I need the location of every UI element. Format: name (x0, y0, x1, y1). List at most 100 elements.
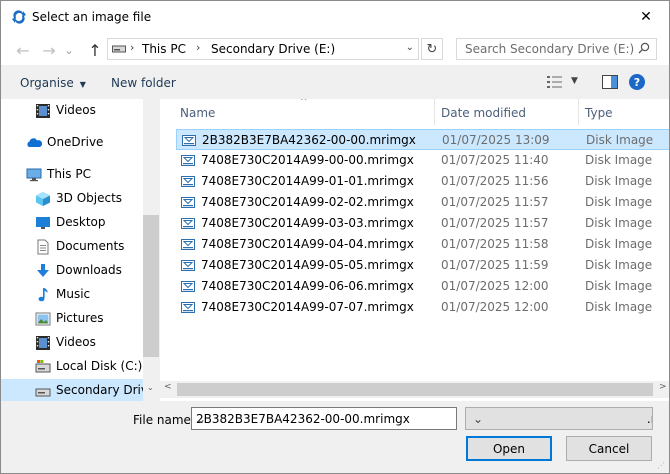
file-name: 7408E730C2014A99-07-07.mrimgx (201, 300, 414, 314)
sidebar-item-3d-objects[interactable]: 3D Objects (1, 187, 143, 211)
preview-pane-icon[interactable] (602, 75, 618, 89)
sidebar-item-label: Music (56, 287, 91, 301)
organise-button[interactable]: Organise ▼ (20, 76, 86, 90)
this-pc-icon (26, 168, 42, 182)
new-folder-button[interactable]: New folder (111, 76, 176, 90)
sidebar-item-secondary-drive[interactable]: Secondary Drive (1, 379, 155, 401)
file-row[interactable]: 7408E730C2014A99-01-01.mrimgx 01/07/2025 … (176, 171, 669, 192)
navigation-pane: Videos OneDrive This PC 3D Objects Deskt… (1, 99, 159, 401)
back-arrow-icon: ← (16, 40, 30, 60)
sidebar-item-videos[interactable]: Videos (1, 331, 143, 355)
refresh-icon: ↻ (426, 41, 438, 57)
sidebar-item-label: Documents (56, 239, 125, 253)
file-row[interactable]: 7408E730C2014A99-07-07.mrimgx 01/07/2025 … (176, 297, 669, 318)
file-date: 01/07/2025 11:56 (441, 174, 549, 188)
file-row[interactable]: 7408E730C2014A99-03-03.mrimgx 01/07/2025 … (176, 213, 669, 234)
search-icon (638, 42, 650, 54)
scroll-down-icon[interactable]: ⌄ (147, 383, 154, 392)
sidebar-item-videos-top[interactable]: Videos (1, 99, 143, 123)
file-type: Disk Image (585, 237, 653, 251)
file-date: 01/07/2025 11:58 (441, 237, 549, 251)
pictures-icon (35, 312, 51, 326)
file-type: Disk Image (585, 195, 653, 209)
recent-locations-button[interactable]: ⌄ (63, 41, 75, 59)
sidebar-item-desktop[interactable]: Desktop (1, 211, 143, 235)
view-dropdown-icon[interactable]: ▼ (571, 76, 578, 86)
file-list: ^ Name Date modified Type 2B382B3E7BA423… (160, 99, 669, 401)
title-bar: Select an image file ✕ (1, 1, 669, 33)
sidebar-item-downloads[interactable]: Downloads (1, 259, 143, 283)
up-button[interactable]: ↑ (85, 41, 105, 60)
file-name-input[interactable]: 2B382B3E7BA42362-00-00.mrimgx ⌄ (191, 407, 457, 430)
file-date: 01/07/2025 12:00 (441, 279, 549, 293)
disk-image-icon (181, 176, 195, 187)
chevron-down-icon: ⌄ (470, 412, 648, 426)
videos-icon (36, 336, 50, 350)
forward-button[interactable]: → (39, 41, 59, 60)
scroll-right-icon[interactable]: > (659, 382, 667, 392)
sidebar-scrollbar-thumb[interactable] (143, 215, 159, 357)
column-header-name[interactable]: Name (160, 99, 434, 125)
sidebar-item-label: Secondary Drive (56, 383, 156, 397)
file-name: 7408E730C2014A99-06-06.mrimgx (201, 279, 414, 293)
file-date: 01/07/2025 11:57 (441, 195, 549, 209)
file-row[interactable]: 2B382B3E7BA42362-00-00.mrimgx 01/07/2025 … (176, 129, 669, 150)
desktop-icon (36, 217, 50, 229)
sidebar-item-documents[interactable]: Documents (1, 235, 143, 259)
close-button[interactable]: ✕ (623, 1, 669, 33)
breadcrumb-separator: › (130, 41, 135, 54)
file-type: Disk Image (585, 258, 653, 272)
refresh-button[interactable]: ↻ (421, 38, 443, 60)
file-row[interactable]: 7408E730C2014A99-04-04.mrimgx 01/07/2025 … (176, 234, 669, 255)
sidebar-item-label: OneDrive (47, 135, 104, 149)
file-name: 7408E730C2014A99-02-02.mrimgx (201, 195, 414, 209)
address-bar[interactable]: › This PC › Secondary Drive (E:) ⌄ (107, 38, 419, 60)
resize-grip-icon[interactable]: ⋰ (657, 461, 667, 471)
file-row[interactable]: 7408E730C2014A99-05-05.mrimgx 01/07/2025 … (176, 255, 669, 276)
back-button[interactable]: ← (13, 40, 33, 60)
sidebar-item-this-pc[interactable]: This PC (1, 163, 143, 187)
file-name: 2B382B3E7BA42362-00-00.mrimgx (202, 133, 416, 147)
sidebar-item-onedrive[interactable]: OneDrive (1, 131, 143, 155)
file-row[interactable]: 7408E730C2014A99-00-00.mrimgx 01/07/2025 … (176, 150, 669, 171)
column-header-type[interactable]: Type (579, 99, 669, 125)
file-type: Disk Image (585, 153, 653, 167)
sidebar-item-pictures[interactable]: Pictures (1, 307, 143, 331)
file-type-select[interactable]: Macrium Reflect Image File (*.r ⌄ (465, 407, 653, 430)
command-bar: Organise ▼ New folder ▼ ? (1, 65, 669, 99)
horizontal-scrollbar-thumb[interactable] (177, 383, 653, 396)
file-name: 7408E730C2014A99-03-03.mrimgx (201, 216, 414, 230)
chevron-down-icon: ▼ (79, 80, 86, 89)
close-icon: ✕ (640, 9, 652, 25)
downloads-icon (37, 264, 49, 277)
file-name: 7408E730C2014A99-01-01.mrimgx (201, 174, 414, 188)
open-button[interactable]: Open (466, 436, 552, 461)
drive-icon (112, 45, 126, 53)
disk-image-icon (181, 197, 195, 208)
column-header-date[interactable]: Date modified (435, 99, 578, 125)
breadcrumb-secondary-drive[interactable]: Secondary Drive (E:) (211, 42, 335, 56)
sidebar-item-local-disk[interactable]: Local Disk (C:) (1, 355, 143, 379)
help-button[interactable]: ? (629, 74, 645, 90)
file-date: 01/07/2025 11:40 (441, 153, 549, 167)
file-row[interactable]: 7408E730C2014A99-06-06.mrimgx 01/07/2025 … (176, 276, 669, 297)
chevron-down-icon[interactable]: ⌄ (196, 412, 451, 426)
file-dialog: Select an image file ✕ ← → ⌄ ↑ › This PC… (0, 0, 670, 474)
breadcrumb-separator: › (196, 41, 201, 54)
drive-icon (35, 388, 51, 397)
scroll-left-icon[interactable]: < (164, 382, 172, 392)
disk-image-icon (181, 155, 195, 166)
sidebar-item-label: Pictures (56, 311, 104, 325)
search-input[interactable]: Search Secondary Drive (E:) (465, 42, 634, 56)
macrium-icon (12, 10, 26, 24)
breadcrumb-this-pc[interactable]: This PC (142, 42, 186, 56)
view-options-icon[interactable] (546, 75, 564, 89)
sidebar-item-music[interactable]: Music (1, 283, 143, 307)
documents-icon (37, 239, 49, 255)
cancel-button[interactable]: Cancel (566, 436, 652, 461)
chevron-down-icon: ⌄ (64, 43, 74, 57)
address-dropdown-icon[interactable]: ⌄ (406, 42, 414, 53)
disk-image-icon (181, 239, 195, 250)
search-box[interactable]: Search Secondary Drive (E:) (456, 38, 657, 60)
file-row[interactable]: 7408E730C2014A99-02-02.mrimgx 01/07/2025 … (176, 192, 669, 213)
